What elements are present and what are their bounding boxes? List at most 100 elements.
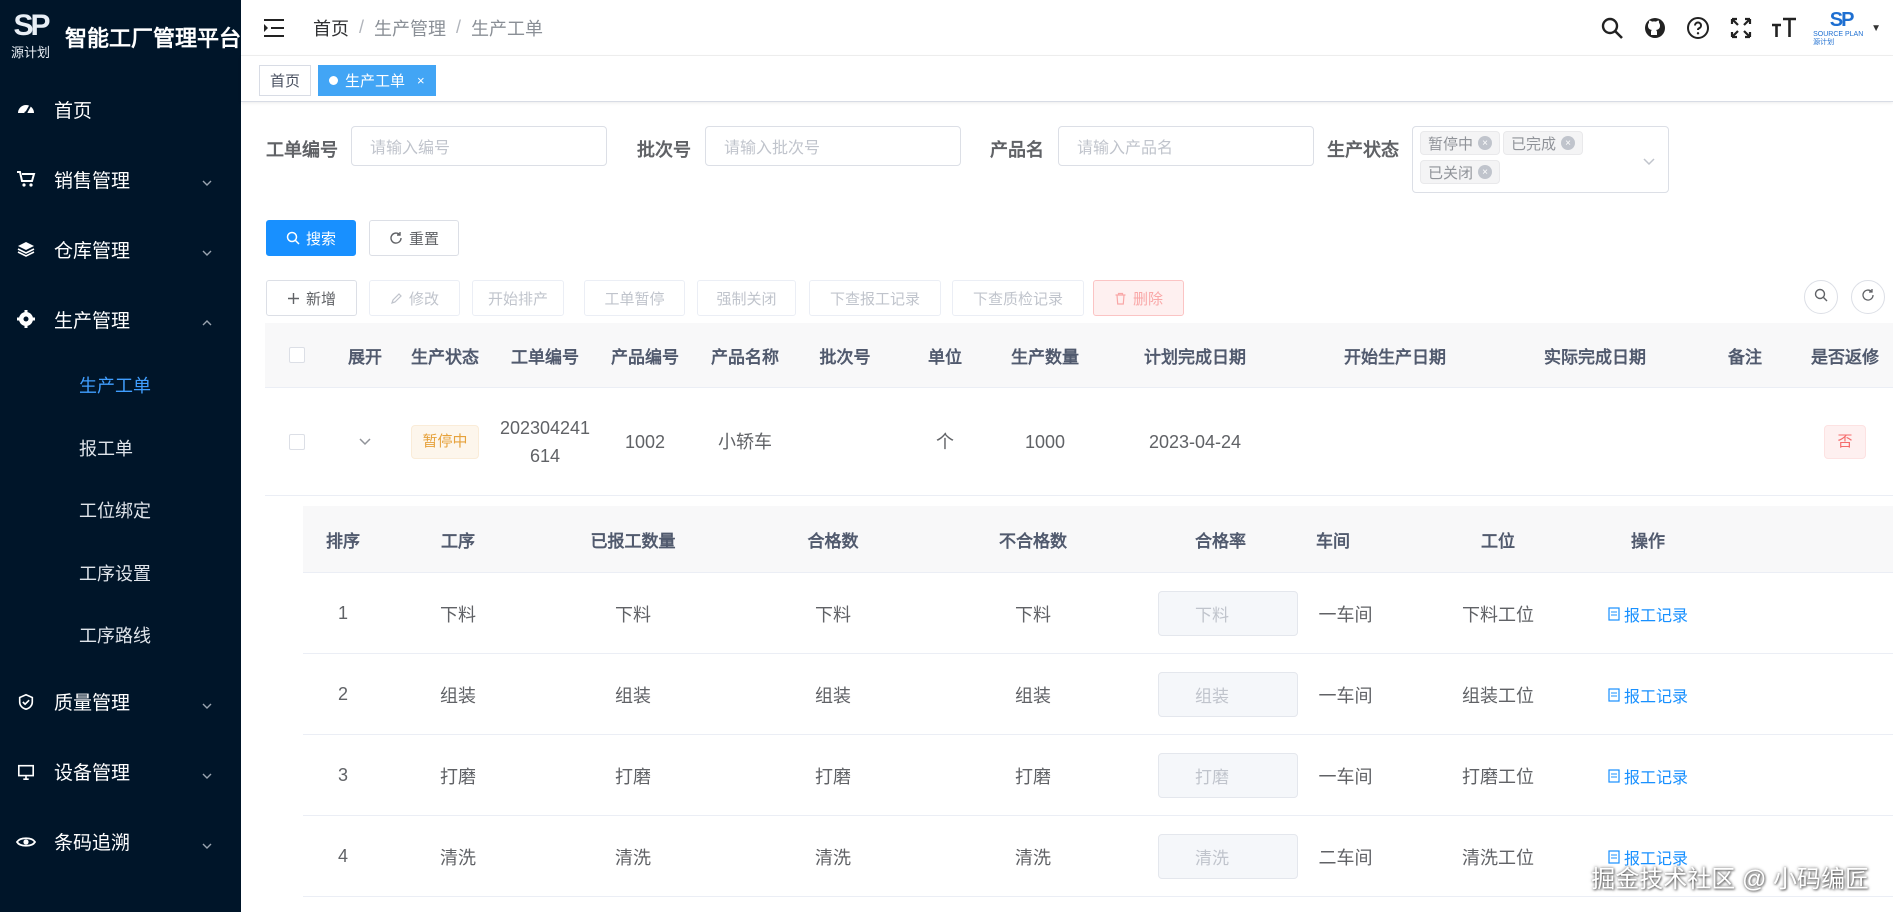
sidebar-subitem-report[interactable]: 报工单 (0, 417, 241, 480)
chevron-down-icon (201, 766, 213, 788)
col-start-date: 开始生产日期 (1344, 348, 1446, 367)
refresh-table-button[interactable] (1851, 280, 1885, 314)
batch-input[interactable]: 请输入批次号 (705, 126, 961, 166)
col-product-no: 产品编号 (611, 348, 679, 367)
sidebar-item-home[interactable]: 首页 (0, 74, 241, 144)
workshop-cell: 一车间 (1318, 766, 1373, 787)
remark-cell (1695, 388, 1795, 496)
col-reported-qty: 已报工数量 (590, 532, 676, 551)
search-button[interactable]: 搜索 (266, 220, 356, 256)
tag-close-icon[interactable]: × (1478, 136, 1493, 150)
order-no-cell: 202304241 614 (495, 388, 595, 496)
sidebar-item-equipment[interactable]: 设备管理 (0, 737, 241, 807)
close-icon[interactable]: × (417, 73, 425, 88)
tag-close-icon[interactable]: × (1561, 136, 1576, 150)
chevron-down-icon (201, 243, 213, 265)
status-badge: 暂停中 (411, 425, 479, 459)
logo-icon: SP 源计划 (8, 6, 53, 68)
help-icon[interactable] (1685, 15, 1711, 41)
report-record-link[interactable]: 报工记录 (1608, 764, 1688, 788)
force-close-button[interactable]: 强制关闭 (697, 280, 796, 316)
toggle-search-button[interactable] (1804, 280, 1838, 314)
sort-cell: 4 (337, 846, 348, 866)
font-size-icon[interactable] (1771, 15, 1797, 41)
row-checkbox[interactable] (289, 434, 305, 450)
sidebar-item-barcode[interactable]: 条码追溯 (0, 807, 241, 877)
trash-icon (1114, 292, 1127, 305)
document-icon (1608, 768, 1620, 783)
order-no-line1: 202304241 (499, 418, 591, 438)
fullscreen-icon[interactable] (1728, 15, 1754, 41)
sidebar-item-label: 仓库管理 (54, 240, 131, 262)
report-record-link[interactable]: 报工记录 (1608, 683, 1688, 707)
chevron-down-icon (358, 428, 372, 456)
unit-cell: 个 (936, 432, 954, 452)
status-tag-label: 已关闭 (1428, 164, 1474, 182)
add-button-label: 新增 (305, 290, 336, 308)
workshop-cell: 一车间 (1318, 685, 1373, 706)
avatar[interactable]: SP SOURCE PLAN 源计划 (1813, 3, 1869, 53)
action-cell: 报工记录 (1548, 573, 1748, 654)
chevron-down-icon (201, 173, 213, 195)
add-button[interactable]: 新增 (266, 280, 357, 316)
sidebar-item-production[interactable]: 生产管理 (0, 284, 241, 354)
hamburger-icon[interactable] (263, 18, 285, 38)
action-cell: 报工记录 (1548, 735, 1748, 816)
breadcrumb-production: 生产管理 (374, 18, 447, 39)
select-all-checkbox[interactable] (289, 347, 305, 363)
sidebar-subitem-station-bind[interactable]: 工位绑定 (0, 479, 241, 542)
logo[interactable]: SP 源计划 智能工厂管理平台 (0, 0, 241, 74)
process-cell: 组装 (440, 685, 476, 706)
logo-sub: 源计划 (10, 45, 50, 60)
delete-button[interactable]: 删除 (1093, 280, 1184, 316)
tab-work-order[interactable]: 生产工单 × (318, 65, 436, 96)
document-icon (1608, 687, 1620, 702)
product-no-cell: 1002 (624, 432, 666, 452)
edit-button[interactable]: 修改 (369, 280, 460, 316)
product-input[interactable]: 请输入产品名 (1058, 126, 1314, 166)
sidebar: SP 源计划 智能工厂管理平台 首页 销售管理 仓库管理 生产管理 生产工单 报… (0, 0, 241, 912)
order-no-input[interactable]: 请输入编号 (351, 126, 607, 166)
refresh-icon (389, 231, 403, 245)
view-qc-button[interactable]: 下查质检记录 (952, 280, 1084, 316)
batch-label: 批次号 (637, 140, 691, 160)
report-record-link[interactable]: 报工记录 (1608, 602, 1688, 626)
status-tag-label: 已完成 (1511, 135, 1557, 153)
col-sort: 排序 (326, 532, 360, 551)
sidebar-subitem-work-order[interactable]: 生产工单 (0, 354, 241, 417)
tag-close-icon[interactable]: × (1478, 165, 1493, 179)
sidebar-subitem-process-route[interactable]: 工序路线 (0, 604, 241, 667)
sidebar-subitem-process-setting[interactable]: 工序设置 (0, 542, 241, 605)
reset-button[interactable]: 重置 (369, 220, 459, 256)
sidebar-item-quality[interactable]: 质量管理 (0, 667, 241, 737)
sidebar-item-label: 条码追溯 (54, 833, 131, 854)
avatar-mark: SP (1829, 9, 1855, 31)
reported-cell: 打磨 (615, 766, 651, 787)
breadcrumb-home[interactable]: 首页 (313, 15, 349, 41)
breadcrumb: 首页 / 生产管理 / 生产工单 (313, 15, 543, 41)
col-product-name: 产品名称 (711, 348, 779, 367)
document-icon (1608, 606, 1620, 621)
sidebar-menu-lower: 质量管理 设备管理 条码追溯 (0, 667, 241, 877)
status-cell: 暂停中 (395, 388, 495, 496)
col-plan-date: 计划完成日期 (1144, 348, 1246, 367)
sidebar-item-sales[interactable]: 销售管理 (0, 144, 241, 214)
sidebar-menu: 首页 销售管理 仓库管理 生产管理 (0, 74, 241, 354)
col-workshop: 车间 (1316, 532, 1350, 551)
refresh-icon (1861, 287, 1875, 307)
github-icon[interactable] (1642, 15, 1668, 41)
tab-home[interactable]: 首页 (259, 65, 312, 96)
report-record-label: 报工记录 (1623, 688, 1688, 706)
caret-down-icon[interactable]: ▼ (1871, 23, 1881, 34)
status-select[interactable]: 暂停中 × 已完成 × 已关闭 × (1412, 126, 1669, 193)
status-tag: 已关闭 × (1420, 160, 1501, 184)
search-icon[interactable] (1599, 15, 1625, 41)
view-reports-button[interactable]: 下查报工记录 (809, 280, 941, 316)
expand-toggle[interactable] (335, 388, 395, 496)
start-schedule-button[interactable]: 开始排产 (472, 280, 564, 316)
edit-button-label: 修改 (408, 290, 439, 308)
monitor-icon (16, 762, 36, 782)
sidebar-item-warehouse[interactable]: 仓库管理 (0, 214, 241, 284)
pause-button[interactable]: 工单暂停 (584, 280, 685, 316)
edit-icon (390, 292, 403, 305)
